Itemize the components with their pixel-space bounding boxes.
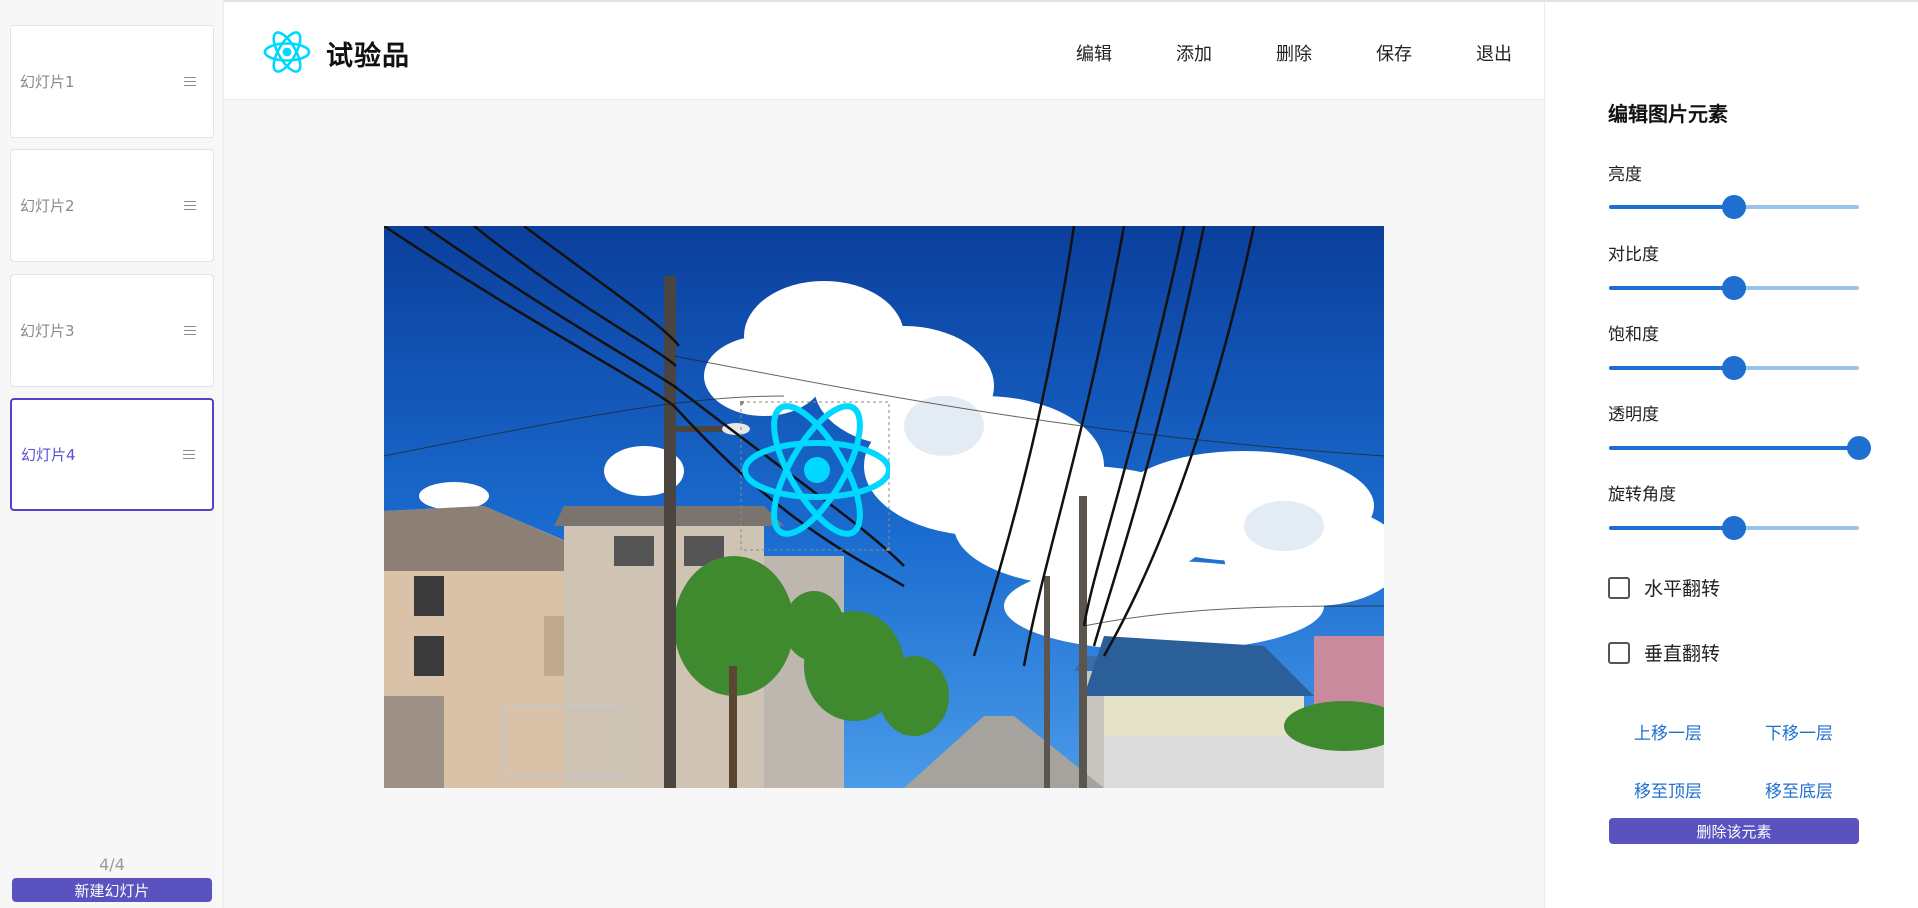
nav-edit[interactable]: 编辑 [1076, 40, 1112, 66]
contrast-slider[interactable] [1609, 276, 1859, 300]
slider-thumb[interactable] [1722, 276, 1746, 300]
slider-fill [1609, 446, 1859, 450]
slider-thumb[interactable] [1847, 436, 1871, 460]
nav-add[interactable]: 添加 [1176, 40, 1212, 66]
slide-sidebar: 幻灯片1 幻灯片2 幻灯片3 幻灯片4 4/4 新建幻灯片 [0, 0, 224, 908]
rotation-slider[interactable] [1609, 516, 1859, 540]
checkbox-box[interactable] [1608, 641, 1630, 664]
flip-horizontal-checkbox[interactable]: 水平翻转 [1608, 574, 1720, 601]
slide-item-3[interactable]: 幻灯片3 [10, 274, 214, 387]
drag-handle-icon[interactable] [184, 326, 196, 335]
move-down-button[interactable]: 下移一层 [1739, 719, 1859, 744]
app-window: 幻灯片1 幻灯片2 幻灯片3 幻灯片4 4/4 新建幻灯片 试验品 编辑 添加 … [0, 0, 1918, 908]
nav-delete[interactable]: 删除 [1276, 40, 1312, 66]
slider-fill [1609, 205, 1734, 209]
drag-handle-icon[interactable] [183, 450, 195, 459]
move-to-top-button[interactable]: 移至顶层 [1608, 777, 1728, 802]
rotation-label: 旋转角度 [1608, 485, 1676, 505]
slider-thumb[interactable] [1722, 195, 1746, 219]
brightness-label: 亮度 [1608, 165, 1642, 185]
saturation-slider[interactable] [1609, 356, 1859, 380]
slide-label: 幻灯片1 [20, 73, 75, 91]
new-slide-button[interactable]: 新建幻灯片 [12, 878, 212, 902]
slide-item-2[interactable]: 幻灯片2 [10, 149, 214, 262]
slider-fill [1609, 286, 1734, 290]
opacity-slider[interactable] [1609, 436, 1871, 460]
slide-label: 幻灯片2 [20, 197, 75, 215]
delete-element-button[interactable]: 删除该元素 [1609, 818, 1859, 844]
react-atom-icon [263, 31, 311, 73]
slider-thumb[interactable] [1722, 356, 1746, 380]
app-title: 试验品 [326, 41, 410, 72]
properties-panel: 编辑图片元素 亮度 对比度 饱和度 透明度 旋转角度 水平翻转 垂直翻转 上移一… [1544, 2, 1918, 908]
brightness-slider[interactable] [1609, 195, 1859, 219]
contrast-label: 对比度 [1608, 245, 1659, 265]
drag-handle-icon[interactable] [184, 77, 196, 86]
flip-horizontal-label: 水平翻转 [1644, 578, 1721, 600]
slide-label: 幻灯片4 [21, 446, 76, 464]
slider-thumb[interactable] [1722, 516, 1746, 540]
top-header: 试验品 编辑 添加 删除 保存 退出 [224, 2, 1544, 100]
slide-counter: 4/4 [99, 855, 125, 874]
flip-vertical-checkbox[interactable]: 垂直翻转 [1608, 639, 1720, 666]
nav-exit[interactable]: 退出 [1476, 40, 1512, 66]
street-photo[interactable] [384, 226, 1384, 788]
opacity-label: 透明度 [1608, 405, 1659, 425]
slider-fill [1609, 526, 1734, 530]
slide-label: 幻灯片3 [20, 322, 75, 340]
slide-item-1[interactable]: 幻灯片1 [10, 25, 214, 138]
slide-canvas[interactable] [224, 100, 1544, 908]
checkbox-box[interactable] [1608, 576, 1630, 599]
panel-title: 编辑图片元素 [1608, 102, 1728, 126]
slide-item-4[interactable]: 幻灯片4 [10, 398, 214, 511]
nav-save[interactable]: 保存 [1376, 40, 1412, 66]
drag-handle-icon[interactable] [184, 201, 196, 210]
flip-vertical-label: 垂直翻转 [1644, 643, 1721, 665]
saturation-label: 饱和度 [1608, 325, 1659, 345]
move-to-bottom-button[interactable]: 移至底层 [1739, 777, 1859, 802]
move-up-button[interactable]: 上移一层 [1608, 719, 1728, 744]
slider-fill [1609, 366, 1734, 370]
